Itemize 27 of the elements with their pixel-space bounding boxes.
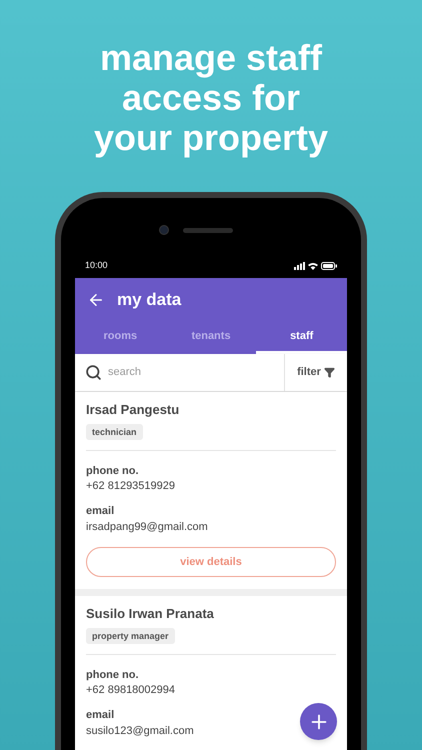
phone-number: +62 81293519929 [86, 479, 176, 493]
app-title: my data [117, 288, 182, 311]
staff-name: Susilo Irwan Pranata [86, 606, 214, 622]
email-address: susilo123@gmail.com [86, 724, 194, 738]
filter-icon [324, 367, 335, 378]
phone-label: phone no. [86, 464, 139, 478]
email-label: email [86, 504, 114, 518]
tab[interactable]: tenants [166, 321, 256, 354]
staff-name: Irsad Pangestu [86, 402, 180, 418]
phone-label: phone no. [86, 668, 139, 682]
search-field[interactable]: search [108, 364, 258, 381]
camera-icon [159, 225, 169, 235]
role-tag: property manager [86, 628, 175, 644]
speaker-icon [183, 228, 233, 232]
view-details-button[interactable]: view details [86, 547, 336, 577]
email-address: irsadpang99@gmail.com [86, 520, 208, 534]
signal-icon [294, 262, 305, 270]
email-label: email [86, 708, 114, 722]
headline: manage staff access for your property [92, 38, 330, 158]
tab[interactable]: rooms [75, 321, 166, 354]
status-time: 10:00 [85, 259, 108, 272]
wifi-icon [308, 262, 318, 270]
search-icon [85, 364, 102, 381]
phone-number: +62 89818002994 [86, 683, 176, 697]
role-tag: technician [86, 424, 143, 440]
battery-icon [321, 262, 337, 270]
filter-button[interactable]: filter [285, 354, 347, 391]
